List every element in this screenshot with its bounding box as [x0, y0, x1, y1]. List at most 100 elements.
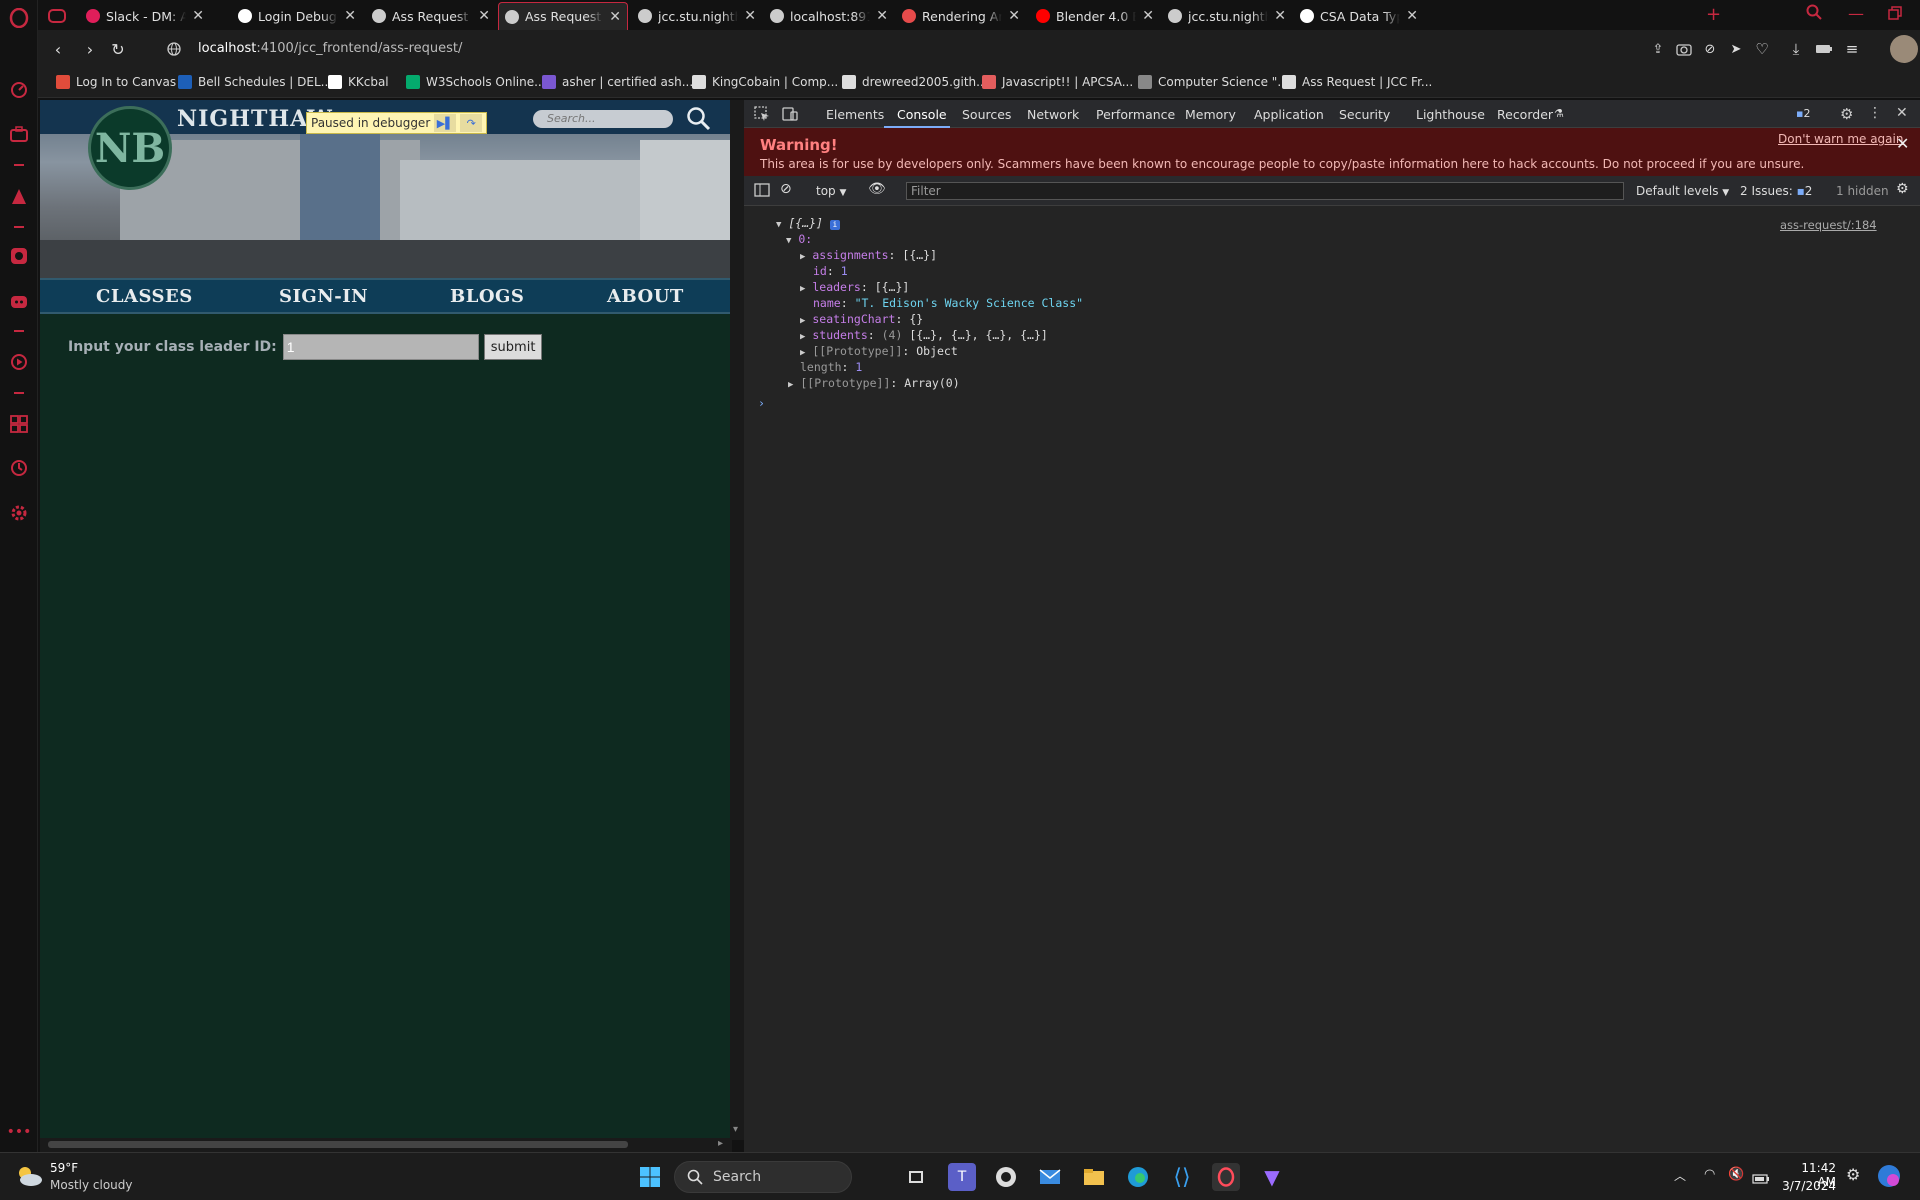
resume-execution-icon[interactable]: ▶▌ — [434, 114, 457, 132]
browser-tab[interactable]: Blender 4.0 Beginne ✕ — [1030, 2, 1160, 30]
bookmark-heart-icon[interactable]: ♡ — [1752, 39, 1772, 59]
windows-start-icon[interactable] — [636, 1163, 664, 1191]
nav-about-link[interactable]: ABOUT — [607, 286, 684, 307]
devtools-tab-elements[interactable]: Elements — [826, 107, 884, 122]
device-toolbar-icon[interactable] — [782, 106, 798, 126]
console-prop-seating-chart[interactable]: ▶ seatingChart: {} — [800, 312, 923, 326]
wifi-icon[interactable]: ◠ — [1704, 1167, 1715, 1182]
easy-setup-menu-icon[interactable]: ≡ — [1842, 39, 1862, 59]
tab-close-icon[interactable]: ✕ — [478, 8, 490, 24]
devtools-tab-application[interactable]: Application — [1254, 107, 1324, 122]
school-logo[interactable]: NB — [88, 106, 172, 190]
show-hidden-icons-chevron[interactable]: ︿ — [1674, 1167, 1686, 1184]
tab-close-icon[interactable]: ✕ — [744, 8, 756, 24]
restore-icon[interactable] — [1888, 5, 1902, 24]
devtools-tab-memory[interactable]: Memory — [1185, 107, 1236, 122]
minimize-icon[interactable]: — — [1848, 4, 1864, 23]
discord-icon[interactable] — [9, 292, 29, 312]
bookmark-item[interactable]: KKcbal — [328, 75, 389, 89]
vpn-shield-icon[interactable]: ▼ — [1258, 1163, 1286, 1191]
console-prop-assignments[interactable]: ▶ assignments: [{…}] — [800, 248, 937, 262]
context-selector[interactable]: top ▼ — [816, 184, 846, 198]
task-view-icon[interactable] — [902, 1163, 930, 1191]
bookmark-item[interactable]: W3Schools Online... — [406, 75, 546, 89]
expand-triangle-icon[interactable]: ▼ — [786, 236, 791, 246]
tab-close-icon[interactable]: ✕ — [609, 9, 621, 25]
tab-close-icon[interactable]: ✕ — [344, 8, 356, 24]
nav-classes-link[interactable]: CLASSES — [96, 286, 193, 307]
new-tab-plus-icon[interactable]: + — [1706, 4, 1721, 25]
copilot-icon[interactable] — [1876, 1163, 1902, 1193]
battery-icon[interactable] — [1752, 1169, 1770, 1188]
devtools-tab-console[interactable]: Console — [897, 107, 947, 122]
browser-tab[interactable]: Slack - DM: Aiden H ✕ — [80, 2, 210, 30]
briefcase-icon[interactable] — [9, 124, 29, 144]
player-icon[interactable] — [9, 352, 29, 372]
scroll-down-arrow-icon[interactable]: ▾ — [733, 1124, 738, 1135]
issues-badge[interactable]: ▪2 — [1796, 107, 1810, 120]
send-icon[interactable]: ➤ — [1726, 39, 1746, 59]
expand-triangle-icon[interactable]: ▼ — [776, 220, 781, 230]
bookmark-item[interactable]: Ass Request | JCC Fr... — [1282, 75, 1432, 89]
page-horizontal-scrollbar[interactable]: ▸ — [40, 1138, 732, 1152]
console-settings-gear-icon[interactable]: ⚙ — [1896, 181, 1909, 197]
console-prop-prototype-object[interactable]: ▶ [[Prototype]]: Object — [800, 344, 958, 358]
notification-bell-icon[interactable]: ⚙ — [1846, 1165, 1860, 1184]
expand-triangle-icon[interactable]: ▶ — [800, 332, 805, 342]
console-prop-prototype-array[interactable]: ▶ [[Prototype]]: Array(0) — [788, 376, 960, 390]
aria-icon[interactable] — [9, 186, 29, 206]
settings-gear-icon[interactable] — [9, 503, 29, 523]
more-dots-icon[interactable]: ••• — [7, 1122, 32, 1142]
info-icon[interactable]: i — [829, 220, 840, 230]
url-field[interactable]: localhost:4100/jcc_frontend/ass-request/ — [198, 41, 462, 56]
obs-icon[interactable] — [992, 1163, 1020, 1191]
devtools-tab-performance[interactable]: Performance — [1096, 107, 1175, 122]
profile-avatar[interactable] — [1890, 35, 1918, 63]
bookmark-item[interactable]: Javascript!! | APCSA... — [982, 75, 1133, 89]
site-search-input[interactable]: Search... — [533, 110, 673, 128]
tab-close-icon[interactable]: ✕ — [876, 8, 888, 24]
bookmark-item[interactable]: Bell Schedules | DEL... — [178, 75, 332, 89]
weather-description[interactable]: Mostly cloudy — [50, 1178, 133, 1192]
forward-arrow-icon[interactable]: › — [80, 39, 100, 59]
tab-close-icon[interactable]: ✕ — [1274, 8, 1286, 24]
teams-icon[interactable]: T — [948, 1163, 976, 1191]
edge-icon[interactable] — [1124, 1163, 1152, 1191]
mail-icon[interactable] — [1036, 1163, 1064, 1191]
step-over-icon[interactable]: ↷ — [460, 114, 483, 132]
expand-triangle-icon[interactable]: ▶ — [800, 316, 805, 326]
page-vertical-scrollbar[interactable]: ▾ — [730, 100, 744, 1140]
bookmark-item[interactable]: drewreed2005.gith... — [842, 75, 988, 89]
battery-saver-icon[interactable] — [1814, 39, 1834, 59]
source-location-link[interactable]: ass-request/:184 — [1780, 218, 1877, 232]
browser-tab[interactable]: Ass Request | JCC Fr ✕ — [366, 2, 496, 30]
bookmark-item[interactable]: asher | certified ash... — [542, 75, 693, 89]
browser-tab[interactable]: CSA Data Types Prep ✕ — [1294, 2, 1424, 30]
vscode-icon[interactable]: ⟨⟩ — [1168, 1163, 1196, 1191]
browser-tab[interactable]: localhost:8911/api/a ✕ — [764, 2, 894, 30]
devtools-close-icon[interactable]: ✕ — [1896, 105, 1908, 121]
expand-triangle-icon[interactable]: ▶ — [800, 252, 805, 262]
expand-triangle-icon[interactable]: ▶ — [800, 348, 805, 358]
devtools-tab-security[interactable]: Security — [1339, 107, 1390, 122]
tab-menu-icon[interactable] — [48, 8, 66, 27]
issues-counter[interactable]: 2 Issues: ▪2 — [1740, 184, 1812, 198]
sidebar-toggle-icon[interactable] — [754, 182, 770, 201]
instagram-icon[interactable] — [9, 246, 29, 266]
devtools-tab-network[interactable]: Network — [1027, 107, 1079, 122]
expand-triangle-icon[interactable]: ▶ — [788, 380, 793, 390]
live-expression-eye-icon[interactable]: 👁 — [868, 181, 886, 197]
submit-button[interactable]: submit — [483, 334, 543, 360]
weather-cloud-icon[interactable] — [14, 1165, 44, 1191]
warning-close-icon[interactable]: ✕ — [1896, 134, 1909, 153]
devtools-tab-recorder[interactable]: Recorder — [1497, 107, 1553, 122]
console-prop-leaders[interactable]: ▶ leaders: [{…}] — [800, 280, 909, 294]
nav-sign-in-link[interactable]: SIGN-IN — [279, 286, 368, 307]
back-arrow-icon[interactable]: ‹ — [48, 39, 68, 59]
console-index-line[interactable]: ▼ 0: — [786, 232, 812, 246]
tab-close-icon[interactable]: ✕ — [192, 8, 204, 24]
log-levels-dropdown[interactable]: Default levels ▼ — [1636, 184, 1729, 198]
tab-search-icon[interactable] — [1806, 4, 1822, 24]
browser-tab[interactable]: jcc.stu.nighthawkco ✕ — [632, 2, 762, 30]
snapshot-camera-icon[interactable] — [1674, 39, 1694, 59]
